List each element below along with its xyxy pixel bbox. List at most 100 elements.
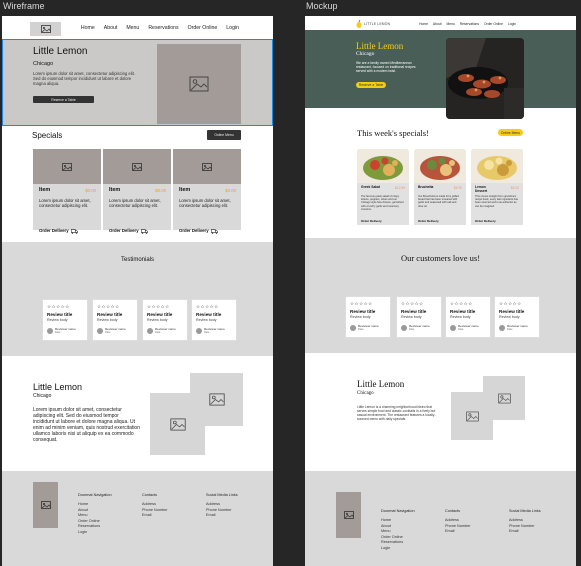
footer-column: Social Media Links Address Phone Number Ema… (509, 509, 541, 535)
order-delivery-link[interactable]: Order Delivery (418, 219, 439, 223)
footer-logo-placeholder (336, 492, 361, 538)
avatar (196, 328, 202, 334)
nav-item-login[interactable]: Login (508, 22, 516, 26)
footer-column: Social Media Links Address Phone Number Ema… (206, 493, 238, 519)
avatar (450, 325, 456, 331)
selection-outline (2, 39, 273, 126)
special-food-photo (471, 149, 523, 183)
footer-link[interactable]: Email (445, 529, 471, 535)
review-date: Date (105, 331, 111, 334)
special-name: Item (109, 187, 121, 193)
rating-stars: ☆☆☆☆☆ (350, 301, 373, 306)
nav-item-order-online[interactable]: Order Online (484, 22, 503, 26)
review-title: Review title (47, 312, 73, 317)
nav-item-home[interactable]: Home (419, 22, 428, 26)
special-card[interactable]: Lemon Dessert $5.00 This comes straight fr… (471, 149, 523, 225)
review-card[interactable]: ☆☆☆☆☆ Review title Review body Reviewer nam… (494, 296, 540, 338)
nav-item-about[interactable]: About (433, 22, 442, 26)
nav-item-reservations[interactable]: Reservations (460, 22, 479, 26)
special-price: $5.00 (510, 186, 519, 190)
footer-column: Doormat Navigation Home About Menu Order Onl… (78, 493, 112, 536)
about-image-front (451, 392, 493, 440)
nav-item-about[interactable]: About (104, 25, 118, 31)
nav-item-menu[interactable]: Menu (447, 22, 455, 26)
review-body: Review body (499, 315, 520, 319)
order-delivery-label: Order Delivery (418, 219, 439, 223)
hero-title: Little Lemon (356, 41, 404, 51)
special-price: $5.99 (453, 186, 462, 190)
special-price: $12.99 (394, 186, 405, 190)
order-delivery-link[interactable]: Order Delivery (39, 221, 78, 239)
special-card[interactable]: Greek Salad $12.99 The famous greek salad … (357, 149, 409, 225)
footer-link[interactable]: Login (381, 546, 415, 552)
review-body: Review body (97, 318, 118, 322)
review-card[interactable]: ☆☆☆☆☆ Review title Review body Reviewer nam… (345, 296, 391, 338)
image-icon (465, 411, 479, 421)
hero-body: We are a family owned Mediterranean rest… (356, 61, 416, 73)
mockup-footer: Doormat Navigation Home About Menu Order Onl… (305, 471, 576, 566)
special-card[interactable]: Bruchetta $5.99 Our Bruschetta is made fro… (414, 149, 466, 225)
special-image-placeholder (33, 149, 101, 184)
review-card[interactable]: ☆☆☆☆☆ Review title Review body Reviewer nam… (396, 296, 442, 338)
order-delivery-link[interactable]: Order Delivery (475, 219, 496, 223)
rating-stars: ☆☆☆☆☆ (47, 304, 70, 309)
review-card[interactable]: ☆☆☆☆☆ Review title Review body Reviewer nam… (191, 299, 237, 341)
order-delivery-label: Order Delivery (475, 219, 496, 223)
special-description: Lorem ipsum dolor sit amet, consectetur … (179, 198, 231, 208)
review-card[interactable]: ☆☆☆☆☆ Review title Review body Reviewer nam… (92, 299, 138, 341)
footer-column-title: Doormat Navigation (381, 509, 415, 513)
logo-text: LITTLE LEMON (364, 22, 391, 26)
review-body: Review body (147, 318, 168, 322)
reserve-table-button[interactable]: Reserve a Table (356, 82, 386, 88)
footer-link[interactable]: Login (78, 530, 112, 536)
delivery-truck-icon (210, 221, 218, 239)
delivery-truck-icon (70, 229, 78, 234)
order-delivery-link[interactable]: Order Delivery (361, 219, 382, 223)
rating-stars: ☆☆☆☆☆ (450, 301, 473, 306)
mockup-board[interactable]: LITTLE LEMON Home About Menu Reservation… (305, 16, 576, 566)
footer-link[interactable]: Email (142, 513, 168, 519)
special-name: Greek Salad (361, 185, 381, 189)
logo-placeholder[interactable] (30, 22, 61, 36)
rating-stars: ☆☆☆☆☆ (97, 304, 120, 309)
review-body: Review body (450, 315, 471, 319)
order-delivery-link[interactable]: Order Delivery (179, 221, 218, 239)
rating-stars: ☆☆☆☆☆ (147, 304, 170, 309)
online-menu-button[interactable]: Online Menu (207, 130, 241, 140)
wireframe-board[interactable]: Home About Menu Reservations Order Onlin… (2, 16, 273, 566)
review-body: Review body (350, 315, 371, 319)
review-title: Review title (147, 312, 173, 317)
nav-item-login[interactable]: Login (226, 25, 239, 31)
review-title: Review title (450, 309, 476, 314)
special-image-placeholder (103, 149, 171, 184)
image-icon (169, 418, 186, 430)
delivery-truck-icon (140, 229, 148, 234)
special-description: This comes straight from grandma's recip… (475, 195, 518, 208)
order-delivery-link[interactable]: Order Delivery (109, 221, 148, 239)
nav-item-order-online[interactable]: Order Online (188, 25, 218, 31)
about-subtitle: Chicago (357, 391, 374, 396)
about-body: Lorem ipsum dolor sit amet, consectetur … (33, 407, 140, 443)
about-title: Little Lemon (357, 379, 405, 389)
review-card[interactable]: ☆☆☆☆☆ Review title Review body Reviewer nam… (142, 299, 188, 341)
review-card[interactable]: ☆☆☆☆☆ Review title Review body Reviewer nam… (42, 299, 88, 341)
nav-item-menu[interactable]: Menu (126, 25, 139, 31)
nav-item-reservations[interactable]: Reservations (148, 25, 178, 31)
review-body: Review body (401, 315, 422, 319)
special-name: Item (179, 187, 191, 193)
review-date: Date (204, 331, 210, 334)
review-body: Review body (47, 318, 68, 322)
avatar (499, 325, 505, 331)
footer-link[interactable]: Email (206, 513, 238, 519)
order-delivery-label: Order Delivery (179, 227, 209, 233)
hero-subtitle: Chicago (356, 51, 375, 57)
footer-link[interactable]: Email (509, 529, 541, 535)
special-card[interactable]: Item $0.00 Lorem ipsum dolor sit amet, con… (173, 149, 241, 234)
nav-item-home[interactable]: Home (81, 25, 95, 31)
online-menu-button[interactable]: Online Menu (498, 129, 523, 136)
special-card[interactable]: Item $0.00 Lorem ipsum dolor sit amet, con… (33, 149, 101, 234)
special-card[interactable]: Item $0.00 Lorem ipsum dolor sit amet, con… (103, 149, 171, 234)
review-card[interactable]: ☆☆☆☆☆ Review title Review body Reviewer nam… (445, 296, 491, 338)
wireframe-nav: Home About Menu Reservations Order Onlin… (2, 16, 273, 40)
mockup-logo[interactable]: LITTLE LEMON (356, 20, 390, 28)
